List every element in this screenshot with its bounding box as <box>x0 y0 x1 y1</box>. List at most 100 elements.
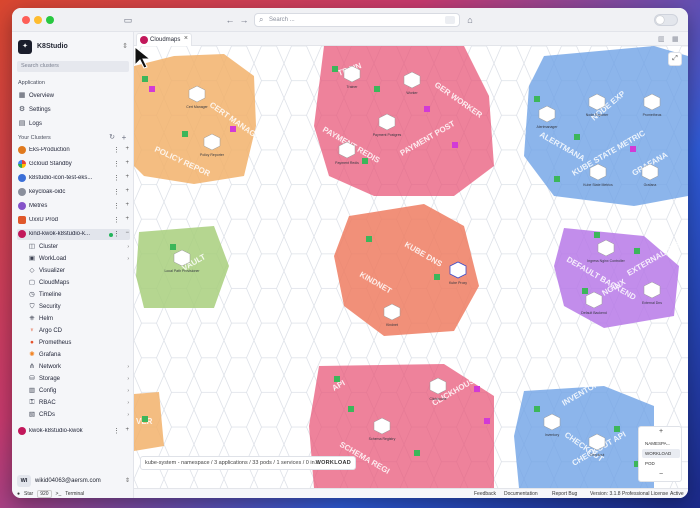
minimize-window-button[interactable] <box>34 16 42 24</box>
sidebar-item-label: Network <box>39 364 62 370</box>
zoom-level-namespace[interactable]: NAMESPA... <box>642 439 680 448</box>
node-kube-proxy[interactable]: Kube Proxy <box>449 261 467 285</box>
sidebar-item-cloudmaps[interactable]: ▢ CloudMaps <box>28 278 129 289</box>
sidebar-item-grafana[interactable]: ✺ Grafana <box>28 350 129 361</box>
cluster-item-kwok-k8studio[interactable]: kwok-k8studio-kwok ⋮ + <box>17 426 130 437</box>
sidebar-item-settings[interactable]: ⚙ Settings <box>17 105 130 116</box>
node-external-dns[interactable]: External Dns <box>642 281 662 305</box>
node-inventory[interactable]: Inventory <box>543 413 561 437</box>
cluster-item-metres[interactable]: Metres ⋮ + <box>17 201 130 212</box>
cluster-search-input[interactable]: Search clusters <box>17 61 129 72</box>
sidebar-item-rbac[interactable]: ⚿ RBAC › <box>28 398 129 409</box>
namespace-region-inventory <box>514 386 654 488</box>
more-icon[interactable]: ⋮ <box>113 188 120 196</box>
node-clickhouse[interactable]: Clickhouse <box>429 377 447 401</box>
zoom-level-pod[interactable]: POD <box>642 459 680 468</box>
expand-plus-icon[interactable]: + <box>125 174 129 180</box>
sidebar-item-crds[interactable]: ▧ CRDs › <box>28 410 129 421</box>
node-kindnet[interactable]: Kindnet <box>383 303 401 327</box>
sidebar-item-argocd[interactable]: ♆ Argo CD <box>28 326 129 337</box>
sidebar-item-cluster[interactable]: ◫ Cluster › <box>28 242 129 253</box>
node-label: Policy Reporter <box>200 153 225 157</box>
home-icon[interactable]: ⌂ <box>464 14 476 26</box>
more-icon[interactable]: ⋮ <box>113 216 120 224</box>
more-icon[interactable]: ⋮ <box>113 160 120 168</box>
add-cluster-icon[interactable]: + <box>118 132 130 144</box>
more-icon[interactable]: ⋮ <box>113 146 120 154</box>
global-search-input[interactable]: ⌕ Search ... <box>254 13 460 27</box>
cluster-item-gcloud-standby[interactable]: Gcloud Standby ⋮ + <box>17 159 130 170</box>
node-label: Cert Manager <box>186 105 208 109</box>
node-worker[interactable]: Worker <box>403 71 421 95</box>
sidebar-item-security[interactable]: ⛉ Security <box>28 302 129 313</box>
sidebar-item-timeline[interactable]: ◷ Timeline <box>28 290 129 301</box>
mouse-cursor-icon <box>134 46 152 69</box>
cluster-item-k8studio-icon-test[interactable]: k8studio-icon-test-eks... ⋮ + <box>17 173 130 184</box>
refresh-icon[interactable]: ↻ <box>106 132 118 144</box>
report-bug-link[interactable]: Report Bug <box>552 491 577 497</box>
documentation-link[interactable]: Documentation <box>504 491 538 497</box>
zoom-in-button[interactable]: + <box>639 428 683 438</box>
version-text: Version: 3.1.8 <box>590 491 621 497</box>
sidebar-item-storage[interactable]: ⛁ Storage › <box>28 374 129 385</box>
split-view-icon[interactable]: ▥ <box>658 35 665 43</box>
more-icon[interactable]: ⋮ <box>113 174 120 182</box>
cluster-item-kind-kwok[interactable]: kind-kwok-k8studio-k... ⋮ − <box>17 229 130 240</box>
node-checkout[interactable]: Checkout <box>588 433 606 457</box>
expand-plus-icon[interactable]: + <box>125 427 129 433</box>
sidebar-item-workload[interactable]: ▣ WorkLoad › <box>28 254 129 265</box>
pod-block <box>142 416 148 422</box>
layout-icon[interactable]: ▦ <box>672 35 679 43</box>
pod-block <box>170 244 176 250</box>
expand-plus-icon[interactable]: + <box>125 146 129 152</box>
sidebar-item-logs[interactable]: ▤ Logs <box>17 119 130 130</box>
namespace-option-label: NAMESPA... <box>645 441 671 446</box>
sidebar-item-prometheus[interactable]: ● Prometheus <box>28 338 129 349</box>
node-grafana[interactable]: Grafana <box>641 163 659 187</box>
sidebar-toggle-icon[interactable]: ▭ <box>122 14 134 26</box>
pod-block <box>230 126 236 132</box>
cluster-item-keycloak-oidc[interactable]: keycloak-oidc ⋮ + <box>17 187 130 198</box>
expand-plus-icon[interactable]: + <box>125 188 129 194</box>
node-prometheus[interactable]: Prometheus <box>643 93 662 117</box>
expand-plus-icon[interactable]: + <box>125 216 129 222</box>
expand-plus-icon[interactable]: + <box>125 160 129 166</box>
sidebar-item-config[interactable]: ▥ Config › <box>28 386 129 397</box>
feedback-link[interactable]: Feedback <box>474 491 496 497</box>
terminal-button[interactable]: Terminal <box>65 491 84 497</box>
sidebar-item-visualizer[interactable]: ◇ Visualizer <box>28 266 129 277</box>
tab-bar: Cloudmaps × ▥ ▦ <box>134 32 688 46</box>
zoom-out-button[interactable]: − <box>639 471 683 481</box>
more-icon[interactable]: ⋮ <box>113 202 120 210</box>
app-brand[interactable]: ✦ K8Studio ⇕ <box>18 40 128 54</box>
pod-block <box>142 76 148 82</box>
maximize-window-button[interactable] <box>46 16 54 24</box>
cloudmap-canvas[interactable]: CERT MANAGE POLICY REPOR TRAIN PAYMENT R… <box>134 46 688 488</box>
star-count: 920 <box>37 490 52 498</box>
cluster-label: UxxU Prod <box>29 217 59 223</box>
theme-toggle[interactable] <box>654 14 678 26</box>
tab-cloudmaps[interactable]: Cloudmaps × <box>136 33 192 46</box>
close-window-button[interactable] <box>22 16 30 24</box>
forward-arrow-icon[interactable]: → <box>238 14 250 26</box>
cluster-item-eks-production[interactable]: Eks-Production ⋮ + <box>17 145 130 156</box>
expand-plus-icon[interactable]: + <box>125 202 129 208</box>
sidebar-item-network[interactable]: ⋔ Network › <box>28 362 129 373</box>
tab-label: Cloudmaps <box>150 37 181 43</box>
more-icon[interactable]: ⋮ <box>113 427 120 435</box>
fullscreen-icon[interactable]: ⤢ <box>668 52 682 66</box>
pod-block <box>634 248 640 254</box>
close-icon[interactable]: × <box>184 35 188 42</box>
cluster-item-uxxu-prod[interactable]: UxxU Prod ⋮ + <box>17 215 130 226</box>
pod-block <box>434 274 440 280</box>
sidebar-item-overview[interactable]: ▦ Overview <box>17 91 130 102</box>
user-account[interactable]: WI wikid04063@aersm.com ⇕ <box>17 474 130 488</box>
sidebar-item-helm[interactable]: ⎈ Helm <box>28 314 129 325</box>
back-arrow-icon[interactable]: ← <box>224 14 236 26</box>
node-label: Schema Registry <box>369 437 396 441</box>
zoom-level-workload[interactable]: WORKLOAD <box>642 449 680 458</box>
collapse-icon[interactable]: − <box>125 230 129 236</box>
more-icon[interactable]: ⋮ <box>113 230 120 238</box>
star-button[interactable]: Star <box>24 491 33 497</box>
gear-icon: ⚙ <box>18 106 26 113</box>
